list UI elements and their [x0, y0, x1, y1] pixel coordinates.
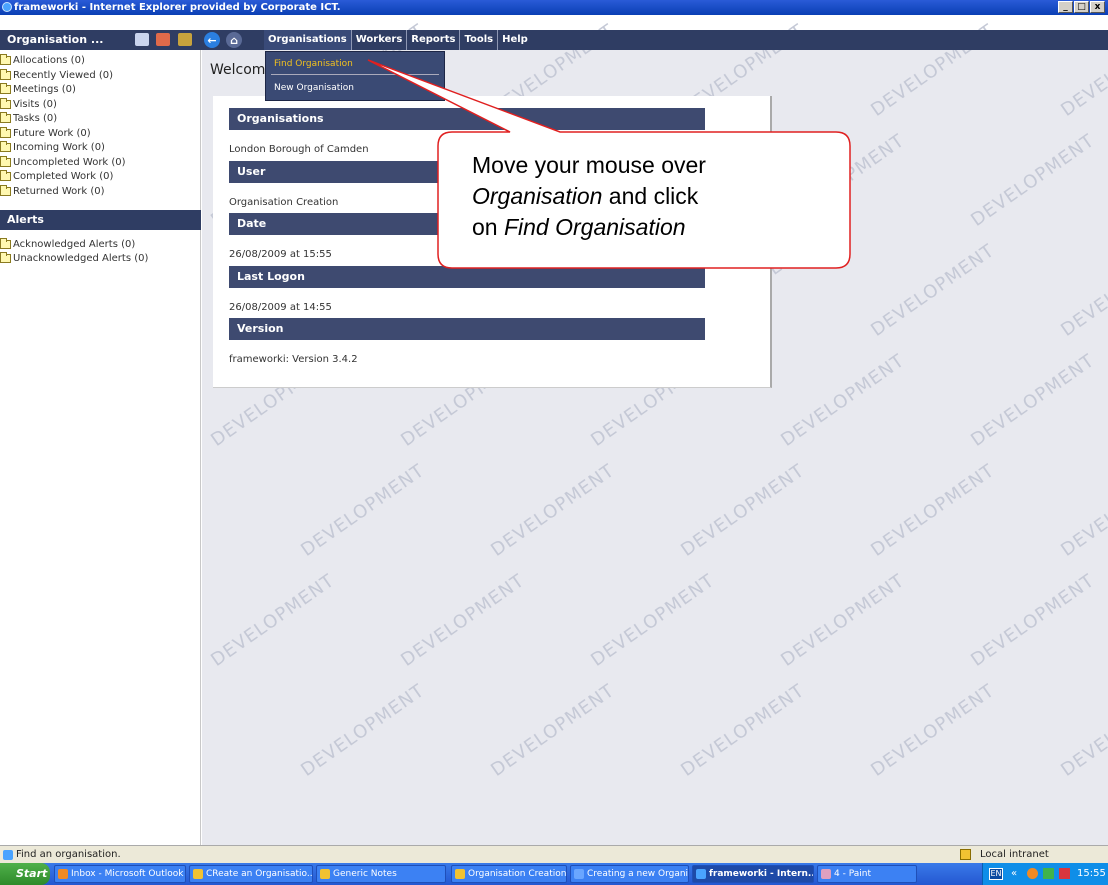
status-text: Find an organisation.	[16, 849, 121, 860]
taskbar-item-label: frameworki - Intern...	[709, 869, 814, 879]
app-icon	[574, 869, 584, 879]
security-zone: Local intranet	[980, 849, 1049, 860]
app-icon	[193, 869, 203, 879]
taskbar-item-label: Creating a new Organi...	[587, 869, 689, 879]
page-icon	[3, 850, 13, 860]
app-icon	[696, 869, 706, 879]
expand-tray-icon[interactable]: «	[1011, 863, 1017, 885]
taskbar-item-label: Organisation Creation	[468, 869, 567, 879]
taskbar-item-label: Inbox - Microsoft Outlook	[71, 869, 184, 879]
language-indicator[interactable]: EN	[989, 868, 1003, 880]
callout-line-2-rest: and click	[602, 183, 699, 209]
clock: 15:55	[1077, 868, 1106, 879]
taskbar-item[interactable]: Generic Notes	[316, 865, 446, 883]
taskbar: Start Inbox - Microsoft Outlook CReate an…	[0, 863, 1108, 885]
callout-bubble	[367, 59, 851, 269]
taskbar-item[interactable]: CReate an Organisatio...	[189, 865, 313, 883]
system-tray: EN « 15:55	[982, 863, 1108, 885]
taskbar-item[interactable]: Organisation Creation	[451, 865, 567, 883]
security-tray-icon[interactable]	[1059, 868, 1070, 879]
taskbar-item-label: Generic Notes	[333, 869, 397, 879]
taskbar-item[interactable]: frameworki - Intern...	[692, 865, 814, 883]
outlook-tray-icon[interactable]	[1027, 868, 1038, 879]
callout-organisation-emphasis: Organisation	[472, 183, 603, 209]
network-tray-icon[interactable]	[1043, 868, 1054, 879]
status-bar: Find an organisation. Local intranet	[0, 845, 1108, 863]
app-icon	[821, 869, 831, 879]
taskbar-item[interactable]: 4 - Paint	[817, 865, 917, 883]
app-icon	[455, 869, 465, 879]
callout-line-3-prefix: on	[472, 214, 504, 240]
taskbar-item[interactable]: Inbox - Microsoft Outlook	[54, 865, 186, 883]
taskbar-item[interactable]: Creating a new Organi...	[570, 865, 689, 883]
callout-line-1: Move your mouse over	[472, 152, 706, 178]
app-icon	[320, 869, 330, 879]
taskbar-item-label: 4 - Paint	[834, 869, 871, 879]
taskbar-item-label: CReate an Organisatio...	[206, 869, 313, 879]
lock-icon	[960, 849, 971, 860]
callout-find-organisation-emphasis: Find Organisation	[503, 214, 686, 240]
callout-line-3: on Find Organisation	[472, 212, 842, 243]
start-button[interactable]: Start	[0, 863, 50, 885]
app-icon	[58, 869, 68, 879]
callout-text: Move your mouse over Organisation and cl…	[472, 150, 842, 243]
callout-line-2: Organisation and click	[472, 181, 842, 212]
